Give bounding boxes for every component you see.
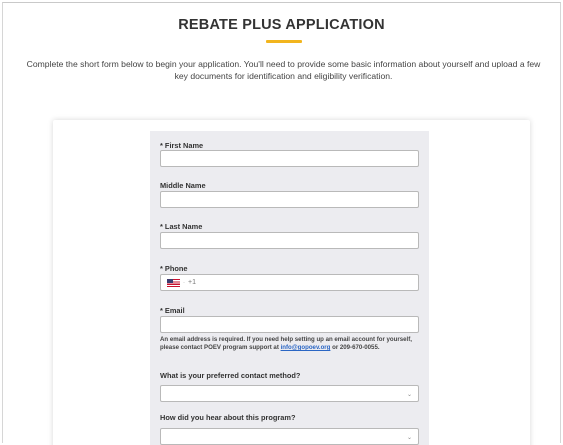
contact-method-label: What is your preferred contact method? <box>160 371 301 380</box>
first-name-input[interactable] <box>160 150 419 167</box>
title-accent-bar <box>266 40 302 43</box>
email-input[interactable] <box>160 316 419 333</box>
phone-label: * Phone <box>160 264 188 273</box>
intro-line-2: key documents for identification and eli… <box>174 71 393 81</box>
email-help-text: An email address is required. If you nee… <box>160 336 422 353</box>
country-dropdown-indicator[interactable]: · <box>183 280 185 286</box>
contact-method-select[interactable]: ⌄ <box>160 385 419 402</box>
heard-about-field: How did you hear about this program? ⌄ <box>160 413 419 445</box>
email-label: * Email <box>160 306 185 315</box>
dial-code: +1 <box>188 279 196 286</box>
chevron-down-icon: ⌄ <box>406 392 412 398</box>
middle-name-input[interactable] <box>160 191 419 208</box>
middle-name-label: Middle Name <box>160 181 206 190</box>
middle-name-field: Middle Name <box>160 181 419 208</box>
last-name-input[interactable] <box>160 232 419 249</box>
last-name-field: * Last Name <box>160 222 419 249</box>
last-name-label: * Last Name <box>160 222 203 231</box>
phone-input[interactable]: · +1 <box>160 274 419 291</box>
intro-text: Complete the short form below to begin y… <box>11 58 556 82</box>
intro-line-1: Complete the short form below to begin y… <box>26 59 541 69</box>
application-form: * First Name Middle Name * Last Name * P… <box>150 131 429 445</box>
heard-about-label: How did you hear about this program? <box>160 413 296 422</box>
us-flag-icon[interactable] <box>167 278 180 287</box>
phone-field: * Phone · +1 <box>160 264 419 291</box>
page-title: REBATE PLUS APPLICATION <box>178 17 385 33</box>
support-email-link[interactable]: info@gopoev.org <box>281 344 331 351</box>
first-name-field: * First Name <box>160 141 419 167</box>
email-help-suffix: or 209-670-0055. <box>330 344 380 352</box>
chevron-down-icon: ⌄ <box>406 435 412 441</box>
heard-about-select[interactable]: ⌄ <box>160 428 419 445</box>
email-field: * Email <box>160 306 419 333</box>
contact-method-field: What is your preferred contact method? ⌄ <box>160 371 419 402</box>
